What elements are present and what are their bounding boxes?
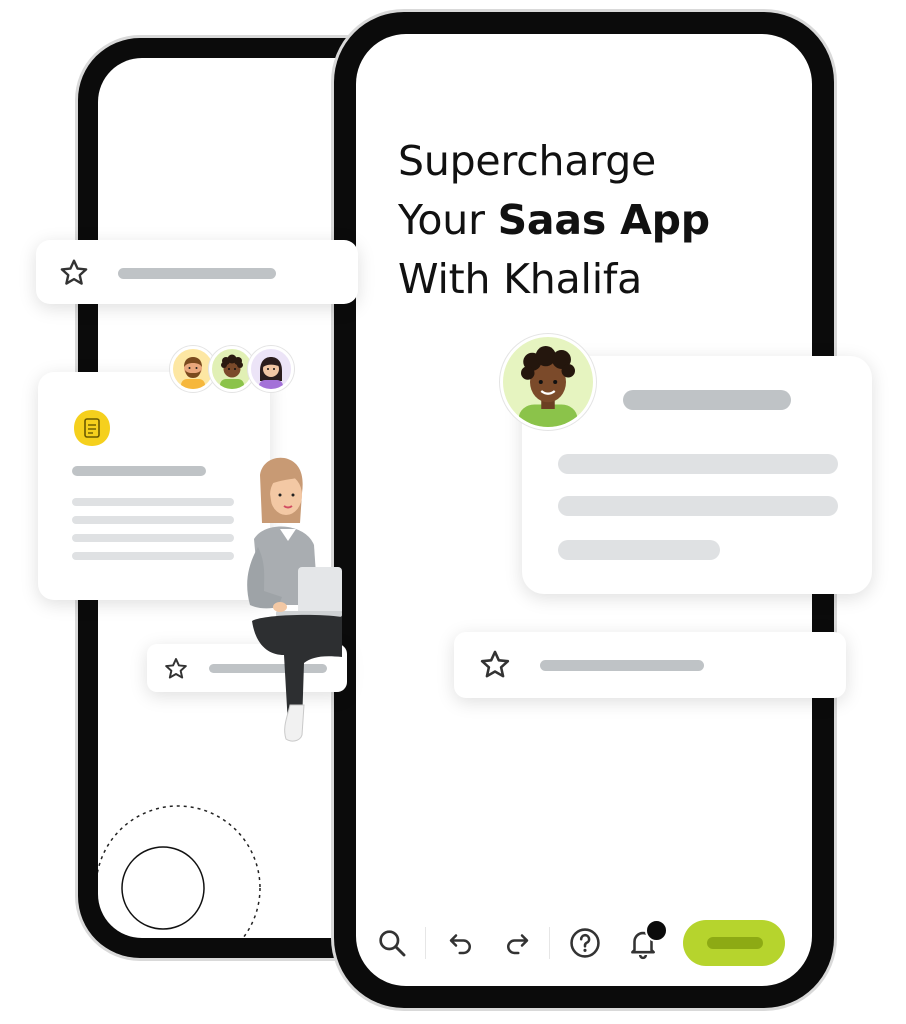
page-headline: Supercharge Your Saas App With Khalifa (398, 132, 778, 309)
favorite-row-card-top[interactable] (36, 240, 358, 304)
dashed-ring-decoration (98, 805, 261, 938)
placeholder-text-bar (118, 268, 276, 279)
favorite-row-card-wide[interactable] (454, 632, 846, 698)
placeholder-line (72, 534, 234, 542)
avatar-illustration (259, 357, 283, 389)
placeholder-title-bar (72, 466, 206, 476)
toolbar-divider (425, 927, 426, 959)
placeholder-line (72, 516, 234, 524)
placeholder-name-bar (623, 390, 791, 410)
avatar-illustration (518, 346, 578, 427)
help-icon[interactable] (568, 926, 602, 960)
placeholder-text-bar (540, 660, 704, 671)
undo-icon[interactable] (446, 928, 476, 958)
headline-line-1: Supercharge (398, 137, 657, 185)
toolbar-divider (549, 927, 550, 959)
notification-dot (645, 919, 668, 942)
headline-line-3: With Khalifa (398, 255, 643, 303)
placeholder-line (72, 552, 234, 560)
headline-line-2-bold: Saas App (497, 196, 711, 244)
placeholder-line (72, 498, 234, 506)
headline-line-2: Your Saas App (398, 191, 778, 250)
avatar-message-sender[interactable] (500, 334, 596, 430)
placeholder-line (558, 540, 720, 560)
primary-action-placeholder (707, 937, 763, 949)
star-icon[interactable] (163, 656, 189, 682)
star-icon[interactable] (478, 648, 512, 682)
redo-icon[interactable] (502, 928, 532, 958)
headline-line-2-regular: Your (398, 196, 498, 244)
placeholder-line (558, 496, 838, 516)
avatar-woman[interactable] (248, 346, 294, 392)
search-icon[interactable] (376, 927, 408, 959)
woman-with-laptop-illustration (247, 457, 342, 742)
placeholder-line (558, 454, 838, 474)
primary-action-button[interactable] (683, 920, 785, 966)
avatar-illustration (181, 357, 205, 389)
star-icon[interactable] (58, 257, 90, 289)
document-icon (74, 410, 110, 446)
avatar-illustration (220, 354, 244, 389)
